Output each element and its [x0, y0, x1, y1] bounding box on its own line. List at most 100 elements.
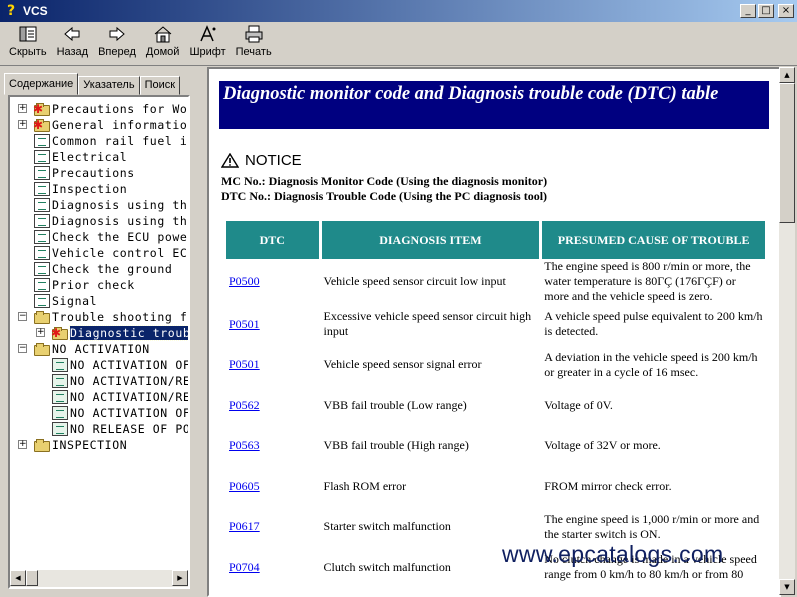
pane-splitter[interactable]: [197, 67, 207, 597]
tree-node[interactable]: NO ACTIVATION OF: [10, 405, 190, 421]
diagnosis-item-cell: Flash ROM error: [323, 478, 407, 493]
forward-arrow-icon: [106, 25, 128, 45]
table-row: P0501 Excessive vehicle speed sensor circ…: [226, 304, 765, 345]
tree-node[interactable]: NO ACTIVATION OF: [10, 357, 188, 373]
document-icon: [34, 198, 50, 212]
collapse-minus-icon[interactable]: −: [18, 312, 27, 321]
tree-node-label: Precautions for Wor: [52, 102, 190, 116]
tree-node[interactable]: − Trouble shooting fl: [10, 309, 188, 325]
nav-tabs: Содержание Указатель Поиск: [4, 73, 181, 95]
header-dtc: DTC: [226, 221, 319, 259]
expand-plus-icon[interactable]: +: [18, 104, 27, 113]
dtc-link[interactable]: P0501: [229, 357, 260, 371]
dtc-link[interactable]: P0605: [229, 479, 260, 493]
font-icon: [197, 25, 219, 45]
tree-node[interactable]: Signal: [10, 293, 188, 309]
document-icon: [52, 358, 68, 372]
tree-node-label: Check the ECU power: [52, 230, 190, 244]
home-button[interactable]: Домой: [141, 22, 185, 65]
maximize-button[interactable]: □: [758, 4, 774, 18]
tree-node[interactable]: + ✱ Diagnostic troub: [10, 325, 190, 341]
tree-node-label: Check the ground: [52, 262, 173, 276]
book-icon: ✱: [33, 102, 50, 116]
scroll-thumb[interactable]: [779, 83, 795, 223]
tree-node[interactable]: Diagnosis using the: [10, 213, 190, 229]
presumed-cause-cell: A vehicle speed pulse equivalent to 200 …: [544, 309, 763, 339]
diagnosis-item-cell: Vehicle speed sensor circuit low input: [323, 274, 506, 288]
dtc-cell: P0562: [226, 385, 319, 426]
table-row: P0501 Vehicle speed sensor signal error A …: [226, 345, 765, 386]
scroll-right-icon[interactable]: ▶: [172, 570, 188, 586]
tree-node[interactable]: NO RELEASE OF PO: [10, 421, 188, 437]
presumed-cause-cell: A deviation in the vehicle speed is 200 …: [544, 349, 758, 379]
tree-node-label: NO ACTIVATION: [52, 342, 150, 356]
scroll-thumb[interactable]: [26, 570, 38, 586]
forward-button[interactable]: Вперед: [93, 22, 141, 65]
tree-node-label: Diagnosis using the: [52, 214, 190, 228]
tree-horizontal-scrollbar[interactable]: ◀ ▶: [10, 570, 188, 587]
dtc-link[interactable]: P0562: [229, 398, 260, 412]
scroll-left-icon[interactable]: ◀: [10, 570, 26, 586]
minimize-button[interactable]: _: [740, 4, 756, 18]
tree-node[interactable]: Precautions: [10, 165, 188, 181]
collapse-minus-icon[interactable]: −: [18, 344, 27, 353]
scroll-down-icon[interactable]: ▼: [779, 579, 795, 595]
hide-button[interactable]: Скрыть: [4, 22, 52, 65]
hide-pane-icon: [17, 25, 39, 45]
scroll-track[interactable]: [26, 570, 172, 587]
content-vertical-scrollbar[interactable]: ▲ ▼: [779, 67, 795, 595]
tab-search[interactable]: Поиск: [139, 76, 181, 95]
folder-icon: ✱: [51, 326, 68, 340]
dtc-note: DTC No.: Diagnosis Trouble Code (Using t…: [221, 189, 548, 203]
dtc-link[interactable]: P0704: [229, 560, 260, 574]
tree-node-label: Common rail fuel in: [52, 134, 190, 148]
tree-node[interactable]: − NO ACTIVATION: [10, 341, 188, 357]
topic-title: Diagnostic monitor code and Diagnosis tr…: [219, 81, 769, 129]
document-icon: [34, 134, 50, 148]
tree-node[interactable]: + ✱ General information: [10, 117, 188, 133]
tree-node-label: Signal: [52, 294, 98, 308]
tree-node[interactable]: Prior check: [10, 277, 188, 293]
folder-icon: [34, 439, 50, 452]
scroll-up-icon[interactable]: ▲: [779, 67, 795, 83]
document-icon: [34, 278, 50, 292]
dtc-cell: P0501: [226, 345, 319, 386]
diagnosis-item-cell: VBB fail trouble (Low range): [323, 397, 467, 412]
dtc-link[interactable]: P0500: [229, 274, 260, 288]
tree-node-label: Diagnostic troub: [68, 325, 190, 341]
back-button[interactable]: Назад: [52, 22, 94, 65]
tree-node[interactable]: Vehicle control ECU: [10, 245, 188, 261]
tree-node[interactable]: NO ACTIVATION/RE: [10, 389, 188, 405]
tree-node[interactable]: + ✱ Precautions for Wor: [10, 101, 190, 117]
document-icon: [52, 422, 68, 436]
expand-plus-icon[interactable]: +: [36, 328, 45, 337]
dtc-link[interactable]: P0617: [229, 519, 260, 533]
tree-node[interactable]: Diagnosis using the: [10, 197, 188, 213]
presumed-cause-cell: FROM mirror check error.: [544, 478, 672, 493]
font-button[interactable]: Шрифт: [184, 22, 230, 65]
tree-node-label: Prior check: [52, 278, 135, 292]
close-button[interactable]: ×: [778, 4, 794, 18]
tree-node[interactable]: Check the ground: [10, 261, 188, 277]
tree-node[interactable]: NO ACTIVATION/RE: [10, 373, 188, 389]
tab-contents[interactable]: Содержание: [4, 73, 79, 95]
diagnosis-item-cell: Vehicle speed sensor signal error: [323, 357, 482, 372]
back-arrow-icon: [61, 25, 83, 45]
tree-node[interactable]: Electrical: [10, 149, 188, 165]
tree-node[interactable]: Inspection: [10, 181, 188, 197]
expand-plus-icon[interactable]: +: [18, 120, 27, 129]
document-icon: [34, 214, 50, 228]
tree-node[interactable]: Check the ECU power: [10, 229, 190, 245]
tree-node[interactable]: Common rail fuel in: [10, 133, 190, 149]
tree-node-label: NO ACTIVATION OF: [70, 406, 190, 420]
document-icon: [52, 406, 68, 420]
dtc-link[interactable]: P0563: [229, 438, 260, 452]
expand-plus-icon[interactable]: +: [18, 440, 27, 449]
watermark: www.epcatalogs.com: [502, 541, 724, 567]
print-button[interactable]: Печать: [231, 22, 277, 65]
contents-tree-panel: + ✱ Precautions for Wor + ✱ General informati…: [8, 95, 190, 589]
dtc-link[interactable]: P0501: [229, 317, 260, 331]
tab-index[interactable]: Указатель: [78, 76, 140, 95]
tree-node[interactable]: + INSPECTION: [10, 437, 188, 453]
presumed-cause-cell: Voltage of 32V or more.: [544, 438, 661, 453]
